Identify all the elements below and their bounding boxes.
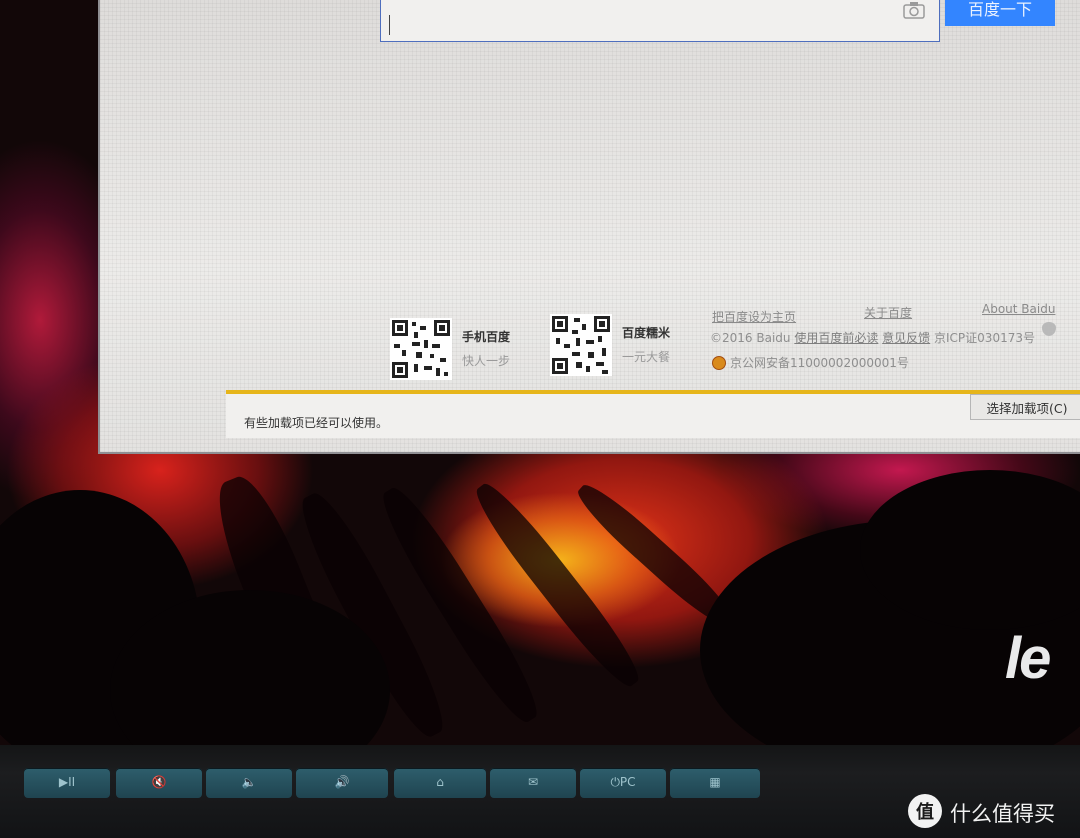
svg-text:值: 值 xyxy=(916,801,934,823)
police-record-text: 京公网安备11000002000001号 xyxy=(730,356,909,370)
calculator-key[interactable]: ▦ xyxy=(670,768,760,798)
qr-subtitle: 一元大餐 xyxy=(622,350,671,364)
camera-icon[interactable] xyxy=(903,1,925,19)
text-caret xyxy=(389,15,390,35)
copyright-text: ©2016 Baidu xyxy=(710,331,791,345)
search-input[interactable] xyxy=(380,0,940,42)
browser-window: 百度一下 手机百度 快人一步 百度糯米 一元大餐 把百度设为主页 关于百度 Ab… xyxy=(98,0,1080,454)
volume-up-key[interactable]: 🔊 xyxy=(296,768,388,798)
qr-title: 手机百度 xyxy=(462,330,511,344)
power-pc-key[interactable]: ⏻PC xyxy=(580,768,666,798)
search-button[interactable]: 百度一下 xyxy=(945,0,1055,26)
terms-link[interactable]: 使用百度前必读 xyxy=(794,331,878,345)
notification-message: 有些加载项已经可以使用。 xyxy=(244,416,389,430)
copyright-line: ©2016 Baidu 使用百度前必读 意见反馈 京ICP证030173号 xyxy=(710,329,1035,346)
icp-text: 京ICP证030173号 xyxy=(934,331,1035,345)
qr-subtitle: 快人一步 xyxy=(462,354,511,368)
choose-addons-button[interactable]: 选择加载项(C) xyxy=(970,394,1080,420)
home-key[interactable]: ⌂ xyxy=(394,768,486,798)
watermark-logo-icon: 值 xyxy=(908,794,942,828)
qr-code-image xyxy=(390,318,452,380)
qr-code-image xyxy=(550,314,612,376)
about-baidu-link[interactable]: 关于百度 xyxy=(864,304,912,321)
set-homepage-link[interactable]: 把百度设为主页 xyxy=(712,308,796,325)
mute-key[interactable]: 🔇 xyxy=(116,768,202,798)
feedback-link[interactable]: 意见反馈 xyxy=(882,331,930,345)
shield-icon xyxy=(1042,322,1056,336)
volume-down-key[interactable]: 🔈 xyxy=(206,768,292,798)
addon-notification-bar: 有些加载项已经可以使用。 选择加载项(C) xyxy=(226,390,1080,438)
police-badge-icon xyxy=(712,356,726,370)
play-pause-key[interactable]: ▶II xyxy=(24,768,110,798)
mail-key[interactable]: ✉ xyxy=(490,768,576,798)
watermark-text: 什么值得买 xyxy=(950,802,1055,826)
about-baidu-en-link[interactable]: About Baidu xyxy=(982,302,1055,316)
lenovo-logo: le xyxy=(1005,626,1051,691)
qr-title: 百度糯米 xyxy=(622,326,671,340)
